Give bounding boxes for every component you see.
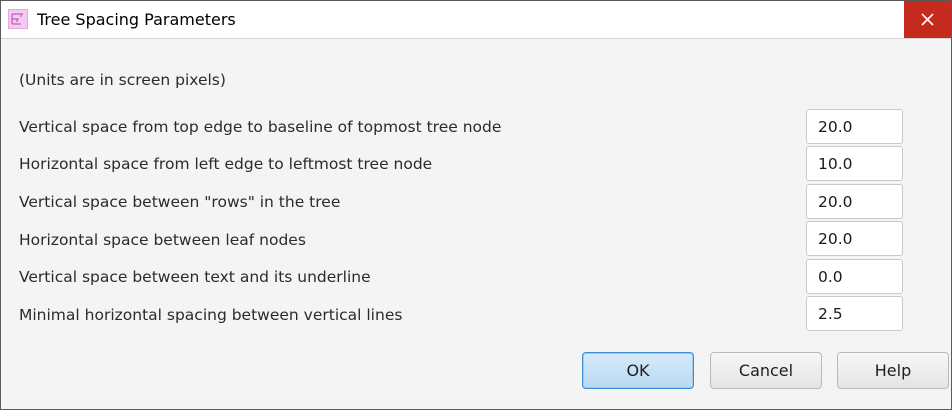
- window-title: Tree Spacing Parameters: [37, 10, 236, 29]
- help-button[interactable]: Help: [837, 352, 949, 389]
- param-label-vertical-lines: Minimal horizontal spacing between verti…: [19, 306, 403, 324]
- close-button[interactable]: [904, 1, 951, 38]
- param-label-underline: Vertical space between text and its unde…: [19, 268, 371, 286]
- param-label-rows: Vertical space between "rows" in the tre…: [19, 193, 341, 211]
- param-label-left-edge: Horizontal space from left edge to leftm…: [19, 155, 433, 173]
- param-input-top-baseline[interactable]: [806, 109, 903, 144]
- cancel-button[interactable]: Cancel: [710, 352, 822, 389]
- param-label-leaf-nodes: Horizontal space between leaf nodes: [19, 231, 306, 249]
- param-input-underline[interactable]: [806, 259, 903, 294]
- tree-icon: [8, 9, 28, 29]
- close-icon: [921, 13, 934, 26]
- ok-button[interactable]: OK: [582, 352, 694, 389]
- param-input-vertical-lines[interactable]: [806, 296, 903, 331]
- dialog-window: Tree Spacing Parameters (Units are in sc…: [0, 0, 952, 410]
- param-input-leaf-nodes[interactable]: [806, 221, 903, 256]
- units-note: (Units are in screen pixels): [19, 71, 226, 89]
- param-input-left-edge[interactable]: [806, 146, 903, 181]
- param-label-top-baseline: Vertical space from top edge to baseline…: [19, 118, 502, 136]
- param-input-rows[interactable]: [806, 184, 903, 219]
- title-bar[interactable]: Tree Spacing Parameters: [1, 1, 951, 39]
